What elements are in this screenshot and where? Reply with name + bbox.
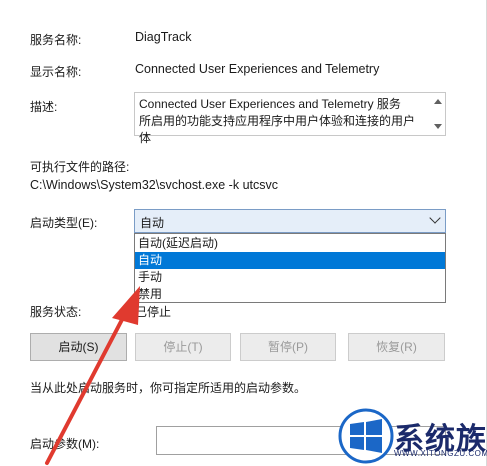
watermark-url: WWW.XITONGZU.COM (394, 449, 487, 458)
annotation-arrow (45, 286, 140, 465)
